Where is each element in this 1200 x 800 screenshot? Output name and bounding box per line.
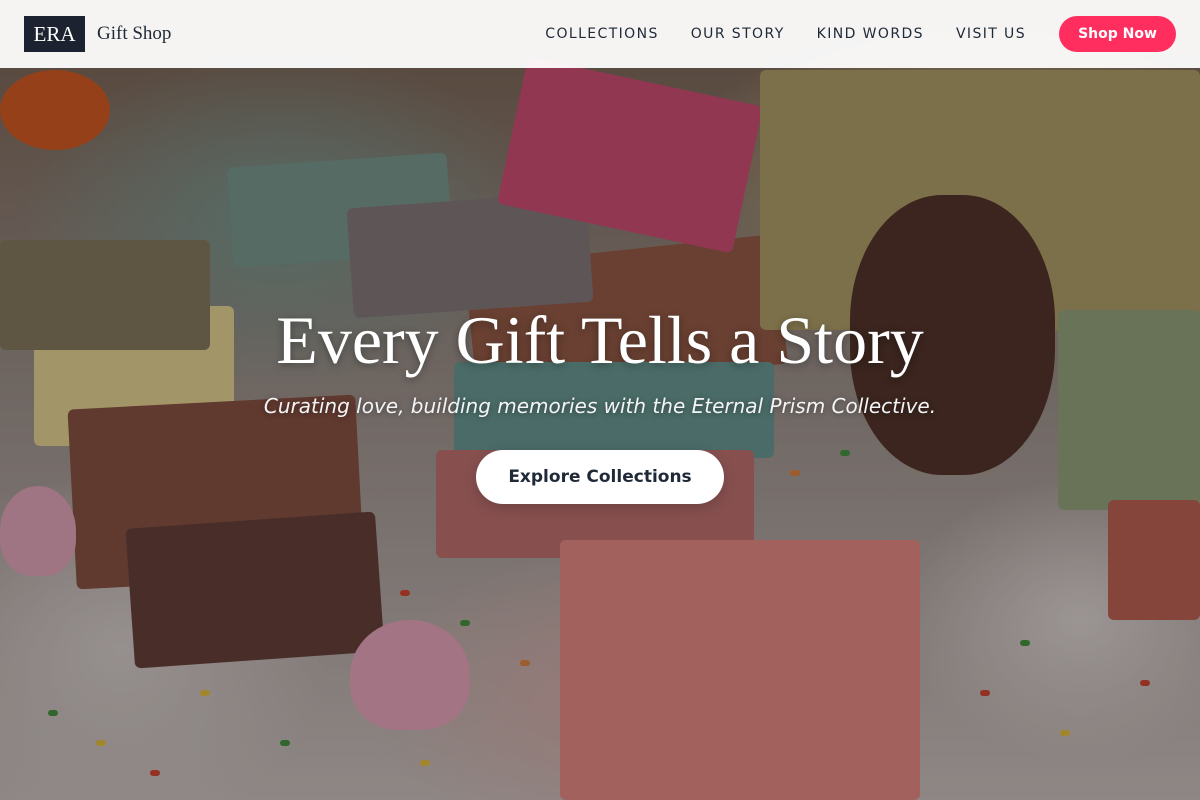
top-navigation: ERA Gift Shop COLLECTIONS OUR STORY KIND… — [0, 0, 1200, 68]
hero-section: Every Gift Tells a Story Curating love, … — [0, 300, 1200, 504]
hero-subtitle: Curating love, building memories with th… — [263, 394, 937, 418]
brand-home-link[interactable]: ERA Gift Shop — [24, 16, 171, 52]
brand-name: Gift Shop — [97, 23, 172, 44]
brand-logo: ERA — [24, 16, 85, 52]
explore-collections-button[interactable]: Explore Collections — [476, 450, 724, 504]
nav-link-visit-us[interactable]: VISIT US — [956, 26, 1026, 42]
shop-now-button[interactable]: Shop Now — [1059, 16, 1176, 52]
nav-link-collections[interactable]: COLLECTIONS — [545, 26, 658, 42]
nav-link-our-story[interactable]: OUR STORY — [691, 26, 785, 42]
nav-links: COLLECTIONS OUR STORY KIND WORDS VISIT U… — [545, 26, 1026, 42]
page: ERA Gift Shop COLLECTIONS OUR STORY KIND… — [0, 0, 1200, 800]
hero-title: Every Gift Tells a Story — [276, 302, 924, 378]
nav-link-kind-words[interactable]: KIND WORDS — [817, 26, 924, 42]
